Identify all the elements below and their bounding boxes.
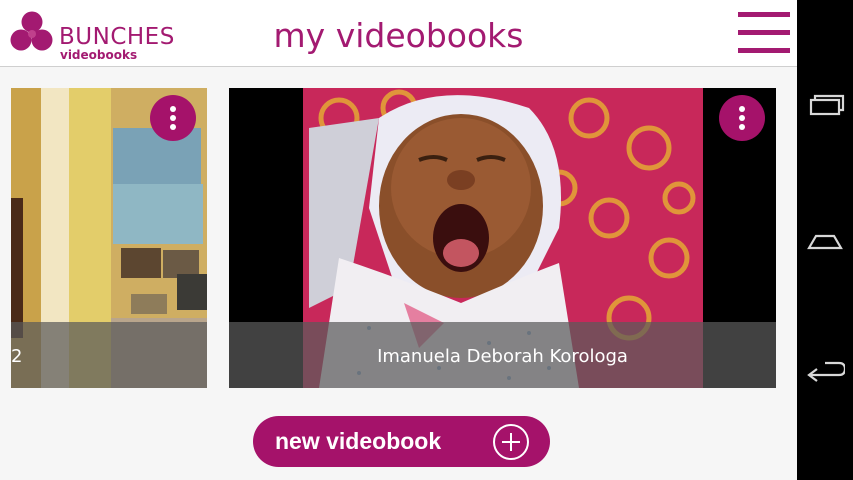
app-screen: BUNCHES videobooks my videobooks 2 Imanu… [0, 0, 797, 480]
hamburger-menu-icon[interactable] [738, 12, 790, 54]
videobook-title: 2 [11, 346, 23, 367]
videobook-card[interactable]: Imanuela Deborah Korologa [229, 88, 776, 388]
more-dot [170, 115, 176, 121]
recent-apps-glyph [809, 94, 845, 116]
more-dot [170, 124, 176, 130]
home-icon[interactable] [797, 210, 853, 270]
system-navigation-bar [797, 0, 853, 480]
menu-bar [738, 12, 790, 17]
plus-circle-icon [493, 424, 529, 460]
page-title: my videobooks [0, 16, 797, 55]
back-glyph [807, 361, 845, 382]
more-dot [739, 115, 745, 121]
videobook-title: Imanuela Deborah Korologa [377, 346, 628, 367]
videobook-caption-bar: Imanuela Deborah Korologa [229, 322, 776, 388]
more-dot [739, 106, 745, 112]
menu-bar [738, 30, 790, 35]
menu-bar [738, 48, 790, 53]
more-dot [170, 106, 176, 112]
app-header: BUNCHES videobooks my videobooks [0, 0, 797, 67]
videobook-caption-bar: 2 [11, 322, 207, 388]
home-glyph [807, 234, 843, 250]
videobook-card[interactable]: 2 [11, 88, 207, 388]
new-videobook-label: new videobook [275, 428, 442, 454]
more-vertical-icon[interactable] [150, 95, 196, 141]
more-dot [739, 124, 745, 130]
new-videobook-button[interactable]: new videobook [253, 416, 550, 467]
back-icon[interactable] [797, 343, 853, 403]
recent-apps-icon[interactable] [797, 76, 853, 136]
page-title-text: my videobooks [273, 16, 524, 55]
more-vertical-icon[interactable] [719, 95, 765, 141]
